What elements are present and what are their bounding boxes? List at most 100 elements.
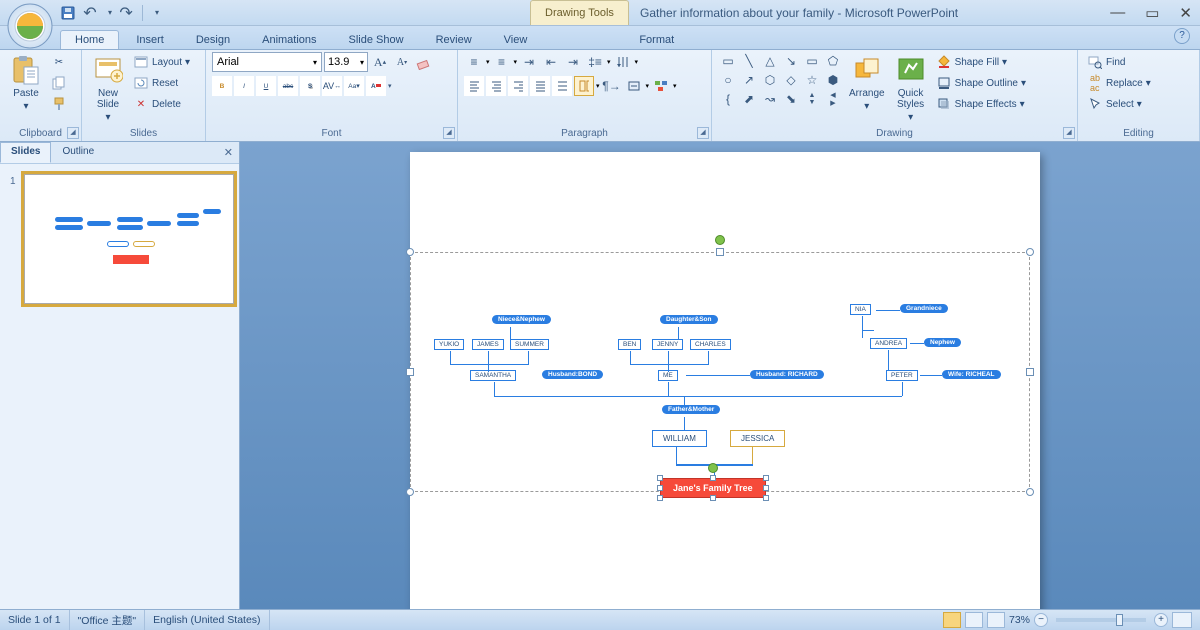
font-size-combo[interactable]: 13.9▾ xyxy=(324,52,368,72)
label-niece-nephew[interactable]: Niece&Nephew xyxy=(492,315,551,324)
justify-button[interactable] xyxy=(530,76,550,96)
shape-outline-button[interactable]: Shape Outline ▾ xyxy=(933,73,1029,93)
node-yukio[interactable]: YUKIO xyxy=(434,339,464,350)
char-spacing-button[interactable]: AV↔ xyxy=(322,76,342,96)
status-language[interactable]: English (United States) xyxy=(145,610,269,630)
paragraph-launcher[interactable]: ◢ xyxy=(697,127,709,139)
node-james[interactable]: JAMES xyxy=(472,339,504,350)
shrink-font-icon[interactable]: A▾ xyxy=(392,52,412,72)
view-sorter-button[interactable] xyxy=(965,612,983,628)
change-case-button[interactable]: Aa▾ xyxy=(344,76,364,96)
numbering-button[interactable]: ≡ xyxy=(492,52,512,72)
tab-home[interactable]: Home xyxy=(60,30,119,49)
panel-close-icon[interactable]: ✕ xyxy=(224,146,233,159)
label-nephew[interactable]: Nephew xyxy=(924,338,961,347)
quick-styles-button[interactable]: Quick Styles▾ xyxy=(891,52,931,125)
slide-thumbnail-1[interactable] xyxy=(24,174,234,304)
zoom-out-button[interactable]: − xyxy=(1034,613,1048,627)
tab-format[interactable]: Format xyxy=(624,30,689,49)
node-nia[interactable]: NIA xyxy=(850,304,871,315)
smartart-button[interactable] xyxy=(651,76,671,96)
drawing-launcher[interactable]: ◢ xyxy=(1063,127,1075,139)
columns-button[interactable] xyxy=(574,76,594,96)
bold-button[interactable]: B xyxy=(212,76,232,96)
node-william[interactable]: WILLIAM xyxy=(652,430,707,447)
align-center-button[interactable] xyxy=(486,76,506,96)
italic-button[interactable]: I xyxy=(234,76,254,96)
label-father-mother[interactable]: Father&Mother xyxy=(662,405,720,414)
node-jessica[interactable]: JESSICA xyxy=(730,430,785,447)
clear-format-icon[interactable] xyxy=(414,52,434,72)
reset-button[interactable]: Reset xyxy=(130,73,193,93)
help-button[interactable]: ? xyxy=(1174,28,1190,44)
label-daughter-son[interactable]: Daughter&Son xyxy=(660,315,718,324)
zoom-slider[interactable] xyxy=(1056,618,1146,622)
panel-tab-outline[interactable]: Outline xyxy=(51,142,105,163)
node-root[interactable]: Jane's Family Tree xyxy=(660,478,766,498)
shape-fill-button[interactable]: Shape Fill ▾ xyxy=(933,52,1029,72)
view-normal-button[interactable] xyxy=(943,612,961,628)
rotate-handle[interactable] xyxy=(715,235,725,245)
close-button[interactable]: ✕ xyxy=(1179,4,1192,22)
save-icon[interactable] xyxy=(60,5,76,21)
distributed-button[interactable] xyxy=(552,76,572,96)
node-charles[interactable]: CHARLES xyxy=(690,339,731,350)
view-slideshow-button[interactable] xyxy=(987,612,1005,628)
underline-button[interactable]: U xyxy=(256,76,276,96)
ltr-button[interactable]: ¶→ xyxy=(602,76,622,96)
node-ben[interactable]: BEN xyxy=(618,339,641,350)
slide-editor[interactable]: Niece&Nephew YUKIO JAMES SUMMER SAMANTHA… xyxy=(240,142,1200,609)
panel-tab-slides[interactable]: Slides xyxy=(0,142,51,163)
node-samantha[interactable]: SAMANTHA xyxy=(470,370,516,381)
label-husband-richard[interactable]: Husband: RICHARD xyxy=(750,370,824,379)
paste-button[interactable]: Paste▾ xyxy=(6,52,46,114)
tab-insert[interactable]: Insert xyxy=(121,30,179,49)
tab-design[interactable]: Design xyxy=(181,30,245,49)
maximize-button[interactable]: ▭ xyxy=(1145,4,1159,22)
new-slide-button[interactable]: New Slide▾ xyxy=(88,52,128,125)
zoom-percent[interactable]: 73% xyxy=(1009,614,1030,626)
increase-indent-button[interactable]: ⇥ xyxy=(563,52,583,72)
replace-button[interactable]: abacReplace ▾ xyxy=(1084,73,1154,93)
arrange-button[interactable]: Arrange▾ xyxy=(845,52,889,114)
qat-customize[interactable]: ▾ xyxy=(155,8,159,17)
copy-button[interactable] xyxy=(48,73,70,93)
layout-button[interactable]: Layout ▾ xyxy=(130,52,193,72)
delete-button[interactable]: ✕Delete xyxy=(130,94,193,114)
align-text-button[interactable] xyxy=(624,76,644,96)
tab-slideshow[interactable]: Slide Show xyxy=(334,30,419,49)
cut-button[interactable]: ✂ xyxy=(48,52,70,72)
label-wife-richeal[interactable]: Wife: RICHEAL xyxy=(942,370,1001,379)
decrease-indent-button[interactable]: ⇤ xyxy=(541,52,561,72)
select-button[interactable]: Select ▾ xyxy=(1084,94,1154,114)
fit-window-button[interactable] xyxy=(1172,612,1192,628)
format-painter-button[interactable] xyxy=(48,94,70,114)
undo-icon[interactable]: ↶ xyxy=(82,5,98,21)
shadow-button[interactable]: S xyxy=(300,76,320,96)
font-color-button[interactable]: A xyxy=(366,76,386,96)
zoom-in-button[interactable]: + xyxy=(1154,613,1168,627)
tab-animations[interactable]: Animations xyxy=(247,30,331,49)
font-launcher[interactable]: ◢ xyxy=(443,127,455,139)
undo-dropdown[interactable]: ▾ xyxy=(108,8,112,17)
find-button[interactable]: Find xyxy=(1084,52,1154,72)
font-name-combo[interactable]: Arial▾ xyxy=(212,52,322,72)
shapes-gallery[interactable]: ▭╲△↘▭⬠ ○↗⬡◇☆⬢ {⬈↝⬊▲▼◀▶ xyxy=(718,52,843,108)
node-andrea[interactable]: ANDREA xyxy=(870,338,907,349)
line-spacing-button[interactable]: ‡≡ xyxy=(585,52,605,72)
minimize-button[interactable]: — xyxy=(1110,4,1125,22)
clipboard-launcher[interactable]: ◢ xyxy=(67,127,79,139)
tab-view[interactable]: View xyxy=(489,30,543,49)
label-grandniece[interactable]: Grandniece xyxy=(900,304,948,313)
node-jenny[interactable]: JENNY xyxy=(652,339,683,350)
office-button[interactable] xyxy=(6,2,54,50)
grow-font-icon[interactable]: A▴ xyxy=(370,52,390,72)
node-summer[interactable]: SUMMER xyxy=(510,339,549,350)
strike-button[interactable]: abc xyxy=(278,76,298,96)
text-direction-button[interactable] xyxy=(613,52,633,72)
node-peter[interactable]: PETER xyxy=(886,370,918,381)
bullets-button[interactable]: ≡ xyxy=(464,52,484,72)
label-husband-bond[interactable]: Husband:BOND xyxy=(542,370,603,379)
slide-canvas[interactable]: Niece&Nephew YUKIO JAMES SUMMER SAMANTHA… xyxy=(410,152,1040,609)
align-left-button[interactable] xyxy=(464,76,484,96)
